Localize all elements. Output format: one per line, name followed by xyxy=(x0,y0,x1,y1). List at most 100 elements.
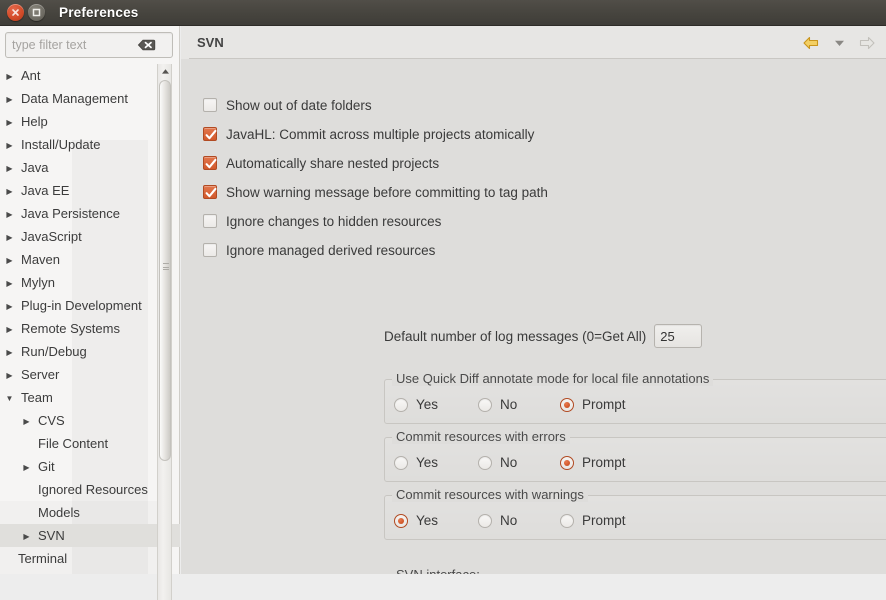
scrollbar-thumb[interactable] xyxy=(159,80,171,461)
chevron-right-icon[interactable]: ▶ xyxy=(3,203,16,225)
sidebar-item-data-management[interactable]: ▶ Data Management xyxy=(0,87,180,110)
page-title: SVN xyxy=(197,35,224,50)
chevron-right-icon[interactable]: ▶ xyxy=(3,249,16,271)
checkbox-row[interactable]: Automatically share nested projects xyxy=(203,151,439,175)
preferences-tree[interactable]: ▶ Ant ▶ Data Management ▶ Help ▶ Install/Update… xyxy=(0,64,180,574)
close-icon[interactable] xyxy=(7,4,24,21)
chevron-right-icon[interactable]: ▶ xyxy=(3,88,16,110)
sidebar-item-remote-systems[interactable]: ▶ Remote Systems xyxy=(0,317,180,340)
chevron-right-icon[interactable]: ▶ xyxy=(3,65,16,87)
chevron-right-icon[interactable]: ▶ xyxy=(3,226,16,248)
sidebar-item-label: Maven xyxy=(21,252,61,267)
chevron-right-icon[interactable]: ▶ xyxy=(3,341,16,363)
sidebar-item-java[interactable]: ▶ Java xyxy=(0,156,180,179)
chevron-right-icon[interactable]: ▶ xyxy=(3,134,16,156)
radio-unselected-icon[interactable] xyxy=(478,397,492,412)
radio-label: No xyxy=(500,455,518,470)
log-messages-input[interactable] xyxy=(654,324,703,348)
sidebar-item-help[interactable]: ▶ Help xyxy=(0,110,180,133)
sidebar-scrollbar[interactable] xyxy=(157,64,172,600)
sidebar-item-mylyn[interactable]: ▶ Mylyn xyxy=(0,271,180,294)
radio-unselected-icon[interactable] xyxy=(394,397,408,412)
radio-selected-icon[interactable] xyxy=(394,513,408,528)
scroll-up-arrow-icon[interactable] xyxy=(158,64,172,79)
radio-option[interactable]: No xyxy=(478,455,517,470)
chevron-right-icon[interactable]: ▶ xyxy=(20,456,33,478)
chevron-right-icon[interactable]: ▶ xyxy=(3,272,16,294)
sidebar-item-label: Team xyxy=(21,390,53,405)
chevron-right-icon[interactable]: ▶ xyxy=(3,364,16,386)
radio-unselected-icon[interactable] xyxy=(478,455,492,470)
chevron-right-icon[interactable]: ▶ xyxy=(3,318,16,340)
sidebar-item-install-update[interactable]: ▶ Install/Update xyxy=(0,133,180,156)
checkbox-row[interactable]: Show warning message before committing t… xyxy=(203,180,548,204)
forward-arrow-icon xyxy=(854,30,880,56)
checkbox-label: Ignore managed derived resources xyxy=(226,242,436,258)
chevron-right-icon[interactable]: ▶ xyxy=(3,111,16,133)
window-titlebar: Preferences xyxy=(0,0,886,26)
sidebar-item-team[interactable]: ▼ Team xyxy=(0,386,180,409)
chevron-down-icon[interactable] xyxy=(826,30,852,56)
chevron-right-icon[interactable]: ▶ xyxy=(3,295,16,317)
sidebar-item-run-debug[interactable]: ▶ Run/Debug xyxy=(0,340,180,363)
chevron-right-icon[interactable]: ▶ xyxy=(3,157,16,179)
sidebar-item-models[interactable]: Models xyxy=(0,501,180,524)
sidebar-item-cvs[interactable]: ▶ CVS xyxy=(0,409,180,432)
radio-option[interactable]: Yes xyxy=(394,397,438,412)
filter-field-wrapper[interactable] xyxy=(5,32,173,58)
radio-option[interactable]: Yes xyxy=(394,455,438,470)
window-title: Preferences xyxy=(59,5,139,20)
sidebar-item-java-persistence[interactable]: ▶ Java Persistence xyxy=(0,202,180,225)
sidebar-item-git[interactable]: ▶ Git xyxy=(0,455,180,478)
sidebar-item-label: Remote Systems xyxy=(21,321,120,336)
radio-selected-icon[interactable] xyxy=(560,397,574,412)
checkbox-row[interactable]: Ignore managed derived resources xyxy=(203,238,435,262)
back-arrow-icon[interactable] xyxy=(798,30,824,56)
radio-unselected-icon[interactable] xyxy=(394,455,408,470)
sidebar-item-javascript[interactable]: ▶ JavaScript xyxy=(0,225,180,248)
chevron-right-icon[interactable]: ▶ xyxy=(20,525,33,547)
sidebar-item-plug-in-development[interactable]: ▶ Plug-in Development xyxy=(0,294,180,317)
sidebar-item-label: Plug-in Development xyxy=(21,298,142,313)
sidebar-item-ignored-resources[interactable]: Ignored Resources xyxy=(0,478,180,501)
preference-page: SVN Default number of log messages (0=Ge… xyxy=(181,26,886,574)
checkbox-row[interactable]: JavaHL: Commit across multiple projects … xyxy=(203,122,534,146)
sidebar-item-label: Install/Update xyxy=(21,137,101,152)
radio-option[interactable]: No xyxy=(478,397,517,412)
checkbox-checked-icon[interactable] xyxy=(203,127,217,141)
clear-filter-icon[interactable] xyxy=(134,36,158,54)
chevron-right-icon[interactable]: ▶ xyxy=(3,180,16,202)
radio-unselected-icon[interactable] xyxy=(560,513,574,528)
checkbox-checked-icon[interactable] xyxy=(203,185,217,199)
sidebar-item-ant[interactable]: ▶ Ant xyxy=(0,64,180,87)
radio-selected-icon[interactable] xyxy=(560,455,574,470)
checkbox-row[interactable]: Ignore changes to hidden resources xyxy=(203,209,441,233)
chevron-down-icon[interactable]: ▼ xyxy=(3,387,16,409)
checkbox-row[interactable]: Show out of date folders xyxy=(203,93,372,117)
restore-icon[interactable] xyxy=(28,4,45,21)
checkbox-checked-icon[interactable] xyxy=(203,156,217,170)
radio-unselected-icon[interactable] xyxy=(478,513,492,528)
radio-option[interactable]: Yes xyxy=(394,513,438,528)
radio-label: Yes xyxy=(416,513,439,528)
sidebar-item-terminal[interactable]: Terminal xyxy=(0,547,180,570)
radio-option[interactable]: Prompt xyxy=(560,455,626,470)
checkbox-label: JavaHL: Commit across multiple projects … xyxy=(226,126,535,142)
svn-interface-title: SVN interface: xyxy=(392,567,484,574)
sidebar-item-server[interactable]: ▶ Server xyxy=(0,363,180,386)
checkbox-unchecked-icon[interactable] xyxy=(203,243,217,257)
sidebar-item-label: Java Persistence xyxy=(21,206,120,221)
log-messages-row: Default number of log messages (0=Get Al… xyxy=(384,324,703,348)
sidebar-item-java-ee[interactable]: ▶ Java EE xyxy=(0,179,180,202)
sidebar-item-svn[interactable]: ▶ SVN xyxy=(0,524,180,547)
radio-label: Prompt xyxy=(582,397,626,412)
checkbox-unchecked-icon[interactable] xyxy=(203,214,217,228)
chevron-right-icon[interactable]: ▶ xyxy=(20,410,33,432)
checkbox-unchecked-icon[interactable] xyxy=(203,98,217,112)
radio-option[interactable]: Prompt xyxy=(560,397,626,412)
radio-option[interactable]: No xyxy=(478,513,517,528)
search-input[interactable] xyxy=(6,34,134,56)
sidebar-item-file-content[interactable]: File Content xyxy=(0,432,180,455)
radio-option[interactable]: Prompt xyxy=(560,513,626,528)
sidebar-item-maven[interactable]: ▶ Maven xyxy=(0,248,180,271)
